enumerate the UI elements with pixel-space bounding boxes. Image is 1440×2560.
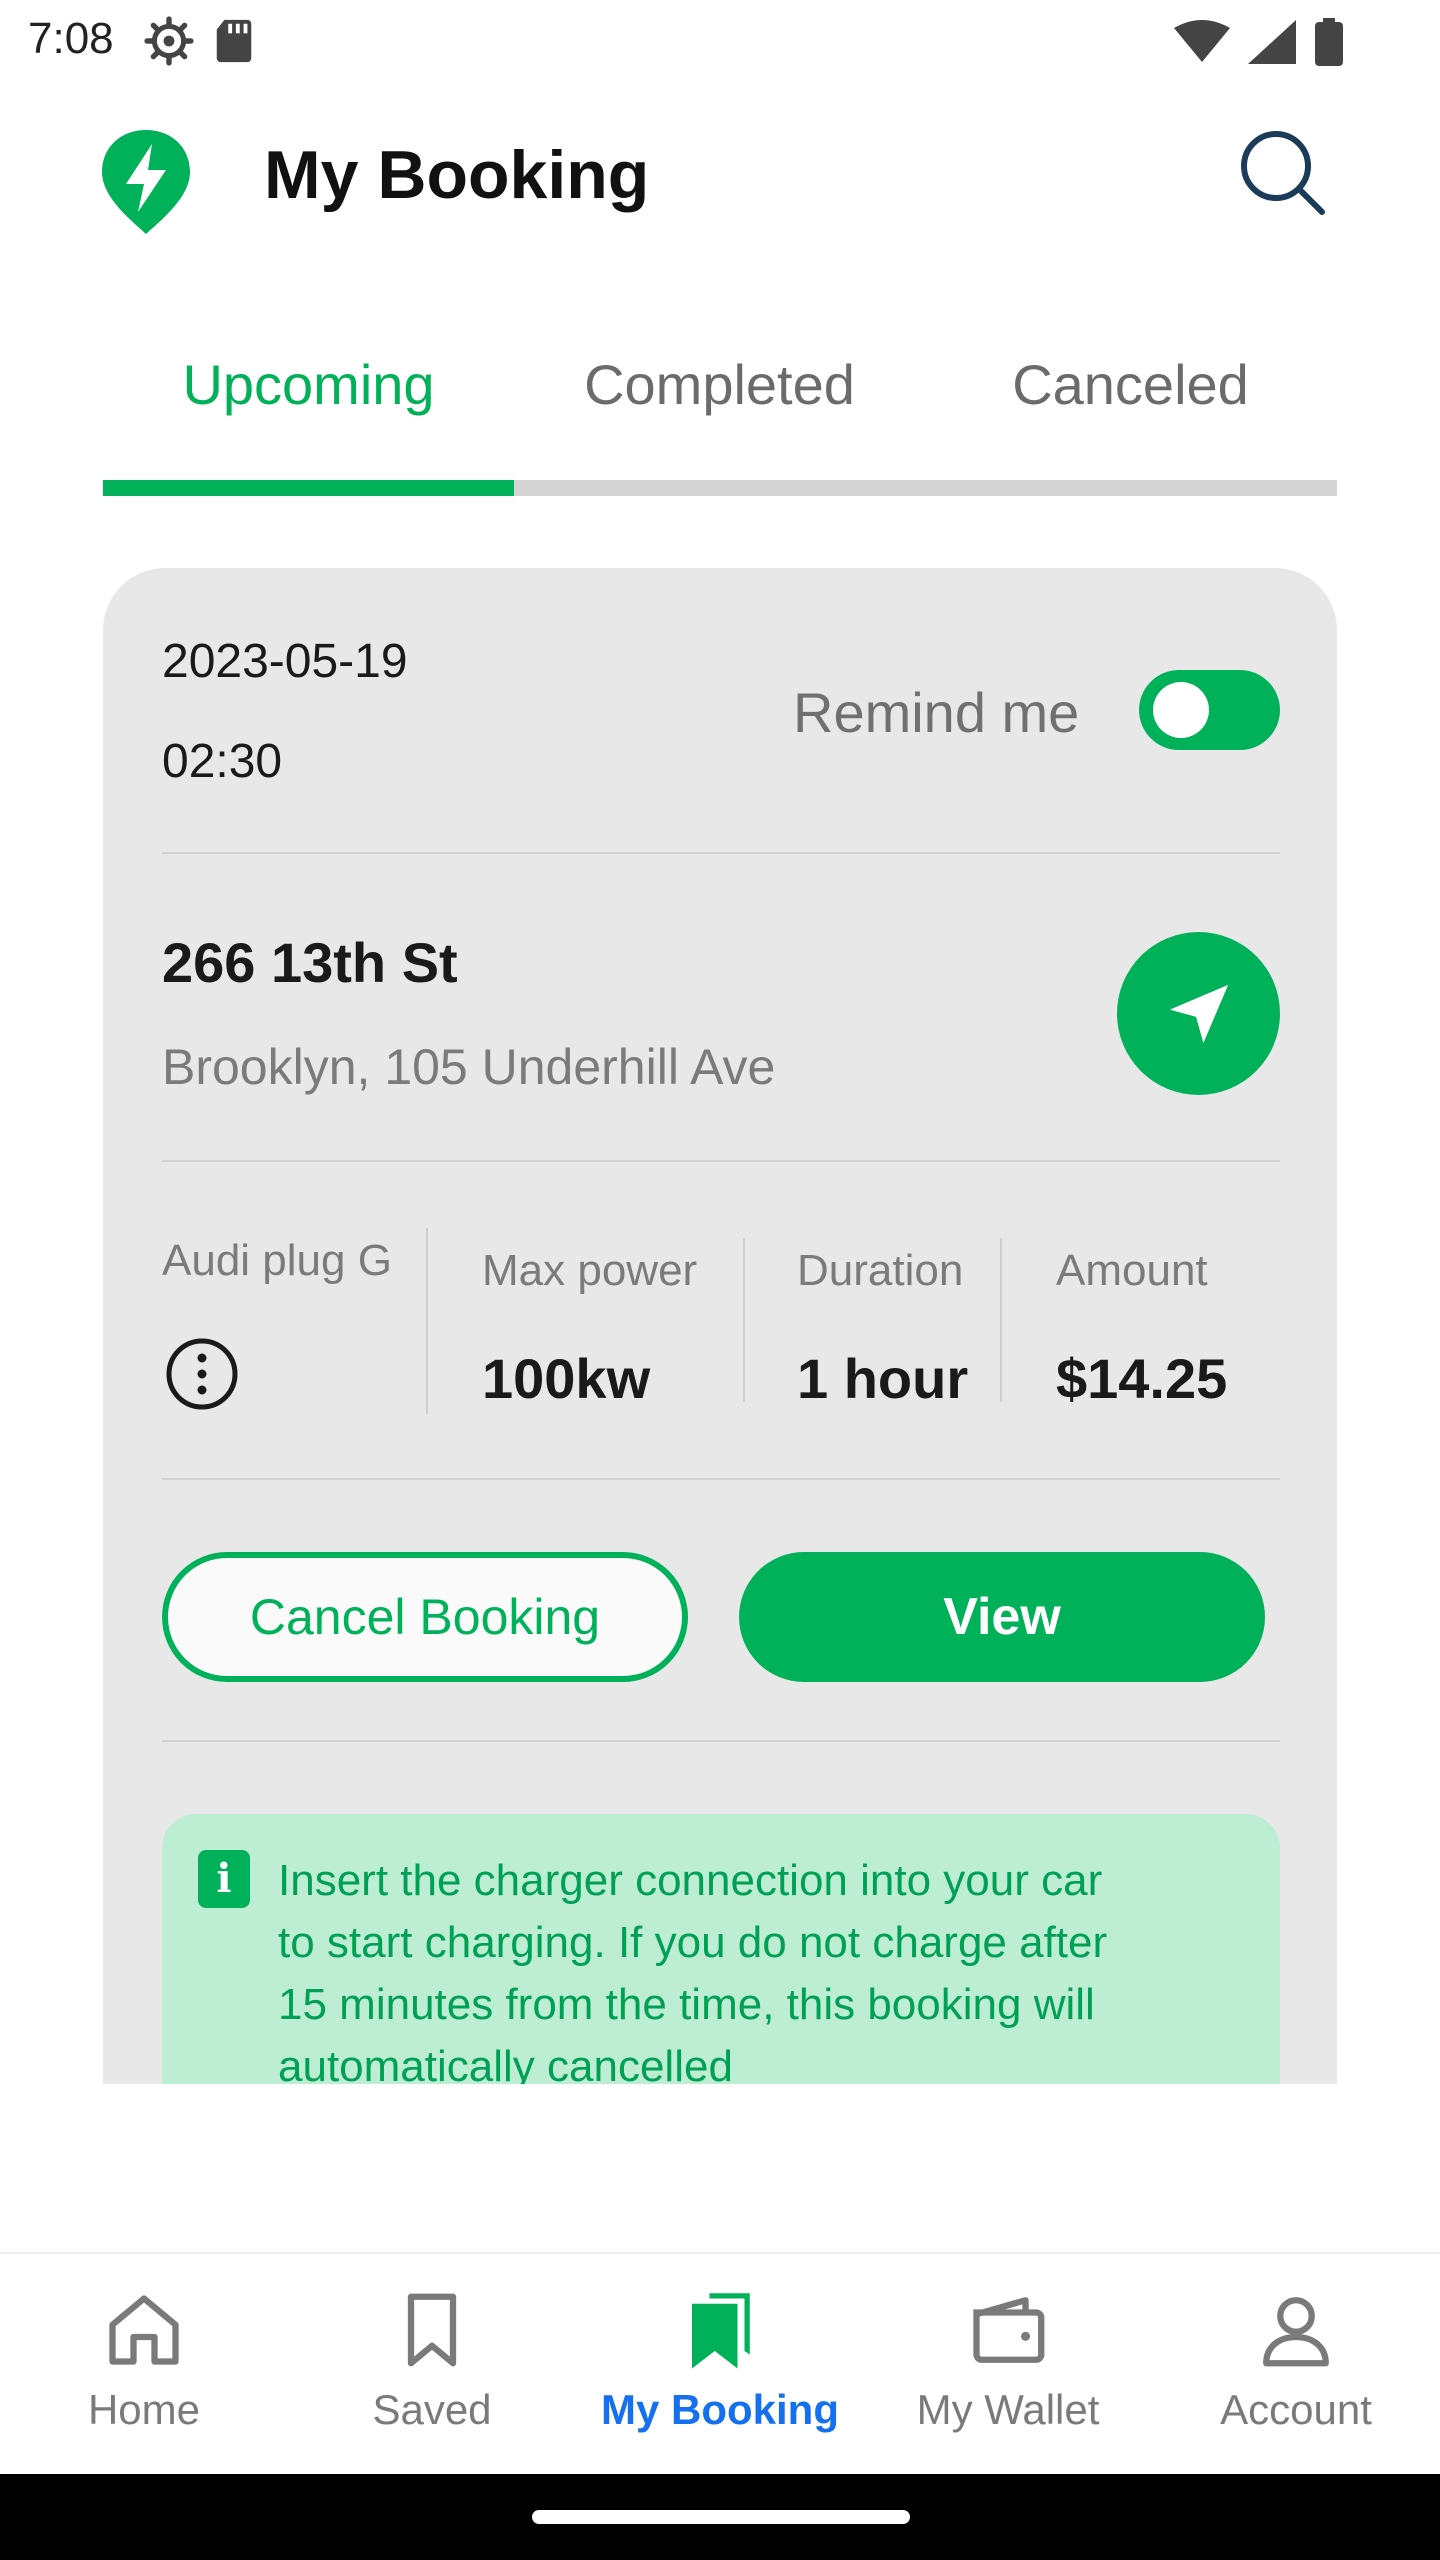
charging-notice: i Insert the charger connection into you… [162, 1814, 1280, 2084]
tab-upcoming[interactable]: Upcoming [103, 352, 514, 452]
divider [162, 852, 1280, 854]
nav-my-booking[interactable]: My Booking [576, 2288, 864, 2434]
home-icon [109, 2295, 179, 2365]
status-bar: 7:08 [0, 0, 1440, 84]
system-gesture-bar [0, 2474, 1440, 2560]
navigate-button[interactable] [1117, 932, 1280, 1095]
max-power-label: Max power [482, 1246, 698, 1295]
booking-time: 02:30 [162, 735, 283, 788]
nav-home[interactable]: Home [0, 2288, 288, 2434]
duration-value: 1 hour [797, 1347, 969, 1410]
amount-value: $14.25 [1056, 1347, 1228, 1410]
search-icon[interactable] [1236, 126, 1328, 218]
remind-me-label: Remind me [793, 681, 1080, 744]
cancel-booking-button[interactable]: Cancel Booking [162, 1552, 688, 1682]
remind-me-toggle[interactable] [1139, 670, 1280, 750]
tab-canceled[interactable]: Canceled [925, 352, 1336, 452]
tab-active-indicator [103, 480, 514, 496]
duration-label: Duration [797, 1246, 964, 1295]
notice-text: Insert the charger connection into your … [278, 1856, 1108, 2084]
spec-plug: Audi plug G [162, 1236, 392, 1286]
bookmark-icon [407, 2293, 457, 2367]
nav-account-label: Account [1220, 2386, 1372, 2433]
plug-type-label: Audi plug G [162, 1236, 392, 1285]
status-time: 7:08 [28, 14, 114, 63]
booking-date: 2023-05-19 [162, 635, 408, 688]
info-icon: i [198, 1850, 250, 1908]
app-header: My Booking [0, 120, 1440, 234]
nav-account[interactable]: Account [1152, 2288, 1440, 2434]
station-street: 266 13th St [162, 931, 458, 994]
bottom-nav: Home Saved My Booking My Wallet Account [0, 2252, 1440, 2474]
navigation-arrow-icon [1169, 984, 1228, 1043]
spec-duration: Duration 1 hour [797, 1246, 968, 1411]
wallet-icon [973, 2297, 1045, 2363]
divider [162, 1160, 1280, 1162]
more-vertical-icon[interactable] [164, 1336, 240, 1412]
nav-saved-label: Saved [372, 2386, 492, 2433]
wifi-icon [1174, 20, 1230, 62]
nav-my-wallet-label: My Wallet [916, 2386, 1100, 2433]
spec-separator [426, 1228, 428, 1414]
divider [162, 1740, 1280, 1742]
nav-home-label: Home [87, 2386, 201, 2433]
bolt-pin-icon [102, 130, 190, 234]
spec-max-power: Max power 100kw [482, 1246, 697, 1411]
home-gesture-handle[interactable] [532, 2510, 910, 2524]
station-address: Brooklyn, 105 Underhill Ave [162, 1039, 776, 1095]
nav-saved[interactable]: Saved [288, 2288, 576, 2434]
account-icon [1263, 2297, 1329, 2367]
battery-icon [1315, 18, 1343, 66]
page-title: My Booking [264, 137, 650, 213]
booking-tabs: Upcoming Completed Canceled [103, 352, 1337, 496]
spec-separator [743, 1238, 745, 1402]
view-booking-button[interactable]: View [739, 1552, 1265, 1682]
spec-amount: Amount $14.25 [1056, 1246, 1227, 1411]
spec-separator [1000, 1238, 1002, 1402]
booking-card: 2023-05-19 02:30 Remind me 266 13th St B… [103, 568, 1337, 2084]
gear-icon [144, 16, 194, 66]
divider [162, 1478, 1280, 1480]
signal-icon [1248, 20, 1296, 64]
tab-completed[interactable]: Completed [514, 352, 925, 452]
nav-my-wallet[interactable]: My Wallet [864, 2288, 1152, 2434]
toggle-knob [1153, 682, 1209, 738]
sd-card-icon [216, 19, 252, 63]
max-power-value: 100kw [482, 1347, 651, 1410]
bookings-icon [692, 2293, 750, 2369]
nav-my-booking-label: My Booking [601, 2386, 839, 2433]
amount-label: Amount [1056, 1246, 1208, 1295]
